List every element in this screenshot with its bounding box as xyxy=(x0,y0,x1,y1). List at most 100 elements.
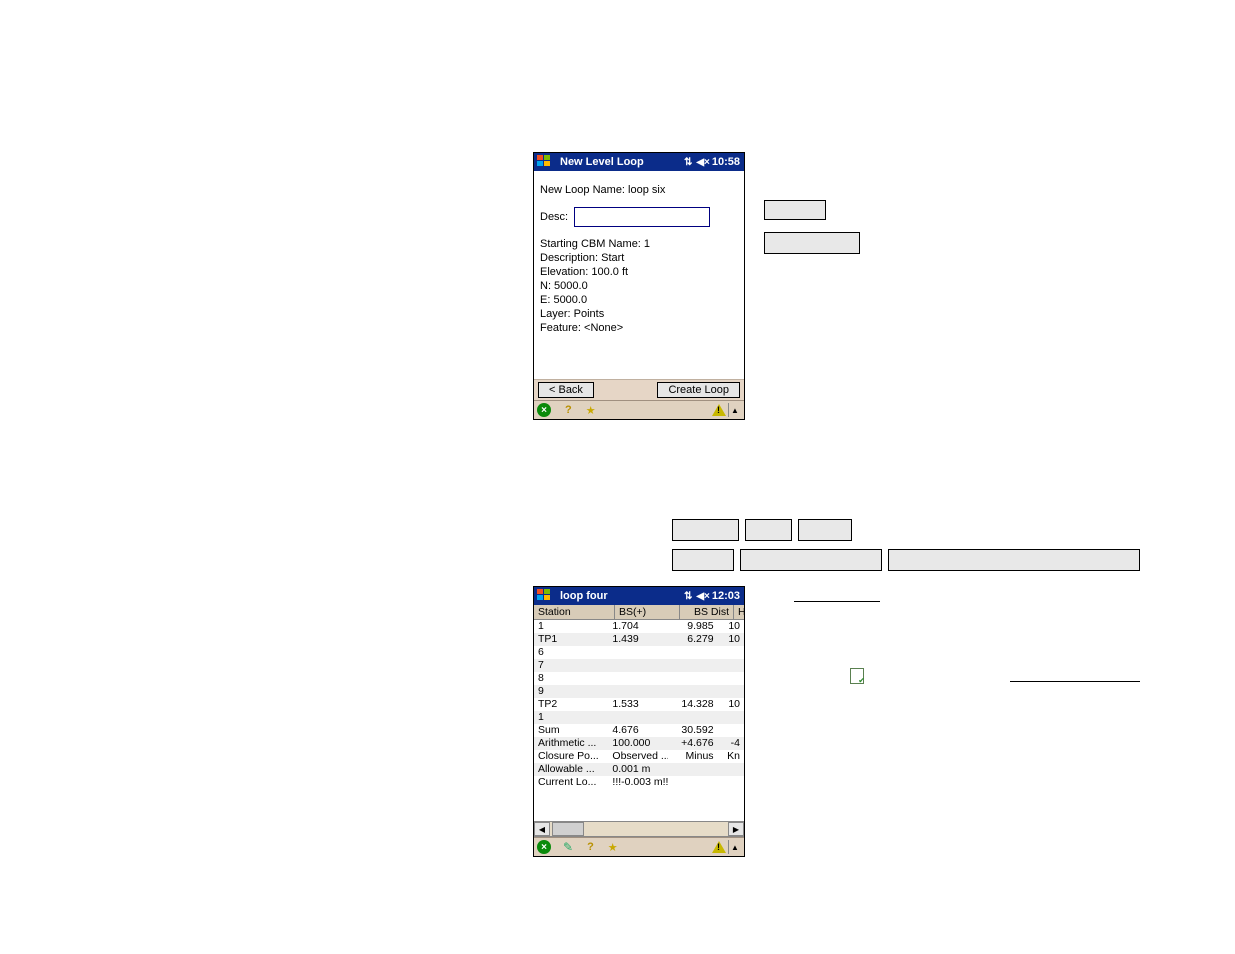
button-row: < Back Create Loop xyxy=(534,379,744,400)
scroll-thumb[interactable] xyxy=(552,822,584,836)
cell-hi: Kn xyxy=(718,750,744,763)
table-row[interactable]: 8 xyxy=(534,672,744,685)
clock: 10:58 xyxy=(712,156,744,168)
col-hi[interactable]: HI xyxy=(734,605,744,619)
star-icon[interactable]: ★ xyxy=(608,841,618,854)
cell-station: 6 xyxy=(534,646,608,659)
table-row[interactable]: 6 xyxy=(534,646,744,659)
close-icon[interactable]: × xyxy=(537,403,551,417)
windows-flag-icon[interactable] xyxy=(537,155,555,169)
cell-hi xyxy=(718,685,744,698)
cell-bs xyxy=(608,659,668,672)
volume-mute-icon[interactable] xyxy=(696,590,712,602)
ghost-button-6[interactable] xyxy=(672,549,734,571)
create-loop-button[interactable]: Create Loop xyxy=(657,382,740,398)
cell-station: Allowable ... xyxy=(534,763,608,776)
scroll-right-icon[interactable]: ▶ xyxy=(728,822,744,836)
ghost-button-7[interactable] xyxy=(740,549,882,571)
table-row[interactable]: Sum4.67630.592 xyxy=(534,724,744,737)
cell-bs: 0.001 m xyxy=(608,763,668,776)
table-row[interactable]: Allowable ...0.001 m xyxy=(534,763,744,776)
warning-icon[interactable] xyxy=(712,841,726,853)
cell-hi: 10 xyxy=(718,620,744,633)
cell-bs: 4.676 xyxy=(608,724,668,737)
cell-bsdist: +4.676 xyxy=(668,737,718,750)
ghost-button-2[interactable] xyxy=(764,232,860,254)
clock: 12:03 xyxy=(712,590,744,602)
cell-bsdist xyxy=(668,776,718,789)
pda-window-new-level-loop: New Level Loop 10:58 New Loop Name: loop… xyxy=(533,152,745,420)
cell-station: Closure Po... xyxy=(534,750,608,763)
underline-2 xyxy=(1010,681,1140,682)
cell-bsdist: 14.328 xyxy=(668,698,718,711)
info-line1: Starting CBM Name: 1 xyxy=(540,237,738,251)
cell-bs: Observed ... xyxy=(608,750,668,763)
cell-bsdist: 30.592 xyxy=(668,724,718,737)
cell-bs: !!!-0.003 m!!! xyxy=(608,776,668,789)
pda-window-loop-four: loop four 12:03 Station BS(+) BS Dist HI… xyxy=(533,586,745,857)
info-line2: Description: Start xyxy=(540,251,738,265)
cell-bs: 1.533 xyxy=(608,698,668,711)
col-bs[interactable]: BS(+) xyxy=(615,605,680,619)
info-line4: N: 5000.0 xyxy=(540,279,738,293)
table-row[interactable]: Current Lo...!!!-0.003 m!!! xyxy=(534,776,744,789)
table-row[interactable]: 11.7049.98510 xyxy=(534,620,744,633)
sip-up-icon[interactable] xyxy=(728,403,741,417)
grid-header: Station BS(+) BS Dist HI xyxy=(534,605,744,620)
horizontal-scrollbar[interactable]: ◀ ▶ xyxy=(534,821,744,837)
scroll-left-icon[interactable]: ◀ xyxy=(534,822,550,836)
close-icon[interactable]: × xyxy=(537,840,551,854)
table-row[interactable]: TP11.4396.27910 xyxy=(534,633,744,646)
cell-station: 9 xyxy=(534,685,608,698)
ghost-button-1[interactable] xyxy=(764,200,826,220)
connection-icon[interactable] xyxy=(684,156,696,168)
star-icon[interactable]: ★ xyxy=(586,404,596,417)
cell-bsdist xyxy=(668,659,718,672)
cell-bsdist: Minus xyxy=(668,750,718,763)
help-icon[interactable]: ? xyxy=(587,841,594,853)
col-bsdist[interactable]: BS Dist xyxy=(680,605,734,619)
table-row[interactable]: TP21.53314.32810 xyxy=(534,698,744,711)
table-row[interactable]: 1 xyxy=(534,711,744,724)
table-row[interactable]: Arithmetic ...100.000+4.676-4 xyxy=(534,737,744,750)
warning-icon[interactable] xyxy=(712,404,726,416)
cell-bsdist xyxy=(668,646,718,659)
cell-hi xyxy=(718,646,744,659)
cell-hi: 10 xyxy=(718,633,744,646)
document-check-icon xyxy=(850,668,864,684)
cell-station: TP2 xyxy=(534,698,608,711)
cell-station: 1 xyxy=(534,711,608,724)
cell-bs xyxy=(608,672,668,685)
sip-up-icon[interactable] xyxy=(728,840,741,854)
edit-icon[interactable]: ✎ xyxy=(563,840,573,854)
loop-name-label: New Loop Name: loop six xyxy=(540,183,738,197)
cell-bs xyxy=(608,685,668,698)
connection-icon[interactable] xyxy=(684,590,696,602)
help-icon[interactable]: ? xyxy=(565,404,572,416)
ghost-button-5[interactable] xyxy=(798,519,852,541)
cell-station: 8 xyxy=(534,672,608,685)
cell-hi xyxy=(718,763,744,776)
volume-mute-icon[interactable] xyxy=(696,156,712,168)
cell-bsdist: 6.279 xyxy=(668,633,718,646)
cell-hi xyxy=(718,711,744,724)
cell-bsdist: 9.985 xyxy=(668,620,718,633)
windows-flag-icon[interactable] xyxy=(537,589,555,603)
cell-hi xyxy=(718,724,744,737)
ghost-button-4[interactable] xyxy=(745,519,792,541)
cell-hi xyxy=(718,672,744,685)
table-row[interactable]: 9 xyxy=(534,685,744,698)
back-button[interactable]: < Back xyxy=(538,382,594,398)
ghost-button-3[interactable] xyxy=(672,519,739,541)
ghost-button-8[interactable] xyxy=(888,549,1140,571)
desc-input[interactable] xyxy=(574,207,710,227)
table-row[interactable]: 7 xyxy=(534,659,744,672)
info-line6: Layer: Points xyxy=(540,307,738,321)
cell-station: Sum xyxy=(534,724,608,737)
cell-bsdist xyxy=(668,763,718,776)
col-station[interactable]: Station xyxy=(534,605,615,619)
info-line3: Elevation: 100.0 ft xyxy=(540,265,738,279)
cell-bsdist xyxy=(668,672,718,685)
table-row[interactable]: Closure Po...Observed ...MinusKn xyxy=(534,750,744,763)
cell-station: TP1 xyxy=(534,633,608,646)
